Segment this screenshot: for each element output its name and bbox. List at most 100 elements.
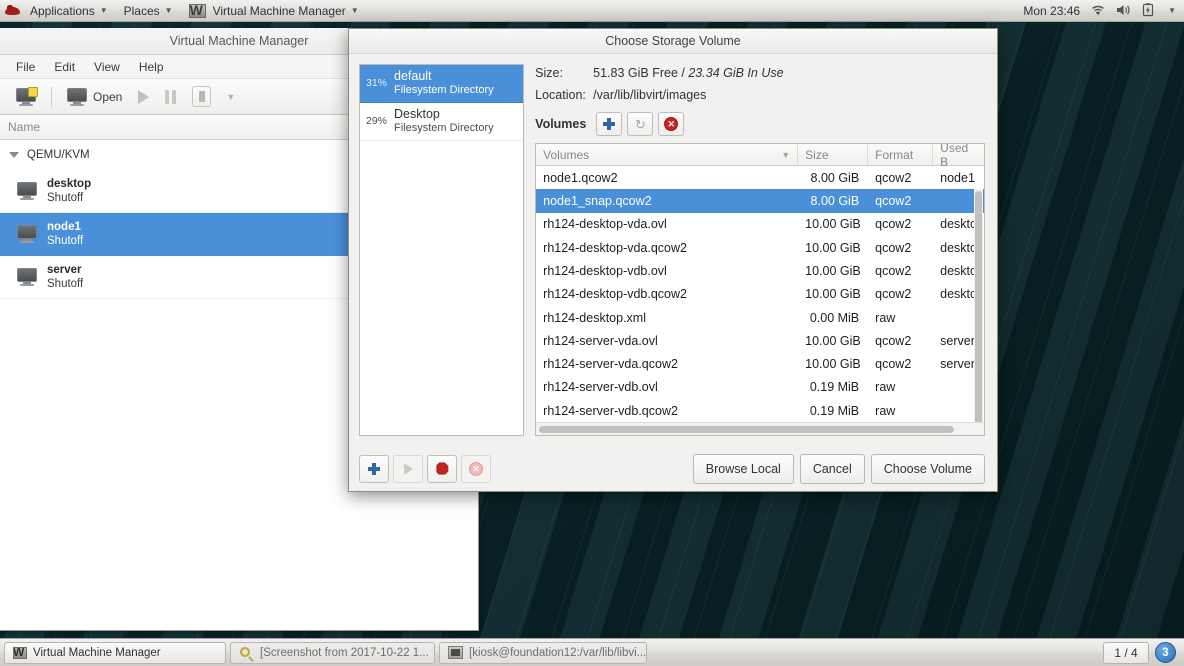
vm-state: Shutoff — [47, 235, 84, 247]
battery-icon[interactable] — [1142, 3, 1158, 18]
dialog-body: 31% default Filesystem Directory 29% Des… — [349, 54, 997, 446]
create-new-vm-button[interactable] — [8, 82, 44, 112]
volume-name: node1_snap.qcow2 — [543, 194, 652, 209]
volume-format: qcow2 — [875, 194, 912, 209]
volume-size: 0.19 MiB — [809, 403, 860, 418]
clock[interactable]: Mon 23:46 — [1023, 4, 1080, 18]
column-header-size[interactable]: Size — [798, 144, 869, 166]
pool-type: Filesystem Directory — [394, 84, 494, 97]
volume-name: node1.qcow2 — [543, 170, 618, 185]
volume-icon[interactable] — [1116, 3, 1132, 18]
table-row[interactable]: rh124-desktop-vdb.qcow2 10.00 GiB qcow2 … — [536, 283, 984, 306]
menu-edit[interactable]: Edit — [46, 57, 83, 77]
volume-format: qcow2 — [875, 217, 912, 232]
menu-view[interactable]: View — [86, 57, 128, 77]
volume-name: rh124-server-vda.ovl — [543, 333, 658, 348]
menu-file[interactable]: File — [8, 57, 43, 77]
add-pool-button[interactable] — [359, 454, 389, 483]
virtual-machine-manager-icon — [13, 646, 27, 659]
volume-size: 10.00 GiB — [805, 217, 861, 232]
volume-size: 10.00 GiB — [805, 263, 861, 278]
storage-pool-item-desktop[interactable]: 29% Desktop Filesystem Directory — [360, 103, 524, 142]
delete-pool-button: ✕ — [461, 454, 491, 483]
wifi-icon[interactable] — [1090, 3, 1106, 18]
volume-format: raw — [875, 403, 896, 418]
volume-format: qcow2 — [875, 240, 912, 255]
volume-format: qcow2 — [875, 263, 912, 278]
pool-type: Filesystem Directory — [394, 122, 494, 135]
monitor-icon — [16, 225, 38, 243]
volume-name: rh124-desktop-vda.ovl — [543, 217, 667, 232]
volume-format: raw — [875, 310, 896, 325]
pause-vm-button — [158, 82, 183, 112]
active-application-menu[interactable]: Virtual Machine Manager ▼ — [181, 0, 367, 22]
taskbar-item-label: Virtual Machine Manager — [33, 646, 161, 659]
table-row[interactable]: rh124-server-vda.qcow2 10.00 GiB qcow2 s… — [536, 353, 984, 376]
stop-pool-button[interactable] — [427, 454, 457, 483]
taskbar-right-area: 1 / 4 3 — [1103, 641, 1180, 664]
table-row[interactable]: rh124-server-vdb.qcow2 0.19 MiB raw — [536, 399, 984, 422]
start-pool-button — [393, 454, 423, 483]
table-row[interactable]: node1.qcow2 8.00 GiB qcow2 node1 — [536, 166, 984, 189]
scrollbar-thumb[interactable] — [975, 191, 982, 423]
volume-name: rh124-server-vda.qcow2 — [543, 357, 678, 372]
table-row[interactable]: rh124-server-vdb.ovl 0.19 MiB raw — [536, 376, 984, 399]
storage-pool-detail: Size: 51.83 GiB Free / 23.34 GiB In Use … — [535, 64, 985, 446]
size-label: Size: — [535, 66, 563, 81]
column-header-format[interactable]: Format — [868, 144, 934, 166]
toolbar-separator — [51, 86, 52, 107]
table-row[interactable]: rh124-desktop.xml 0.00 MiB raw — [536, 306, 984, 329]
chevron-down-icon[interactable]: ▼ — [226, 92, 235, 102]
plus-icon — [603, 118, 616, 131]
size-inuse-value: 23.34 GiB In Use — [688, 66, 784, 81]
volume-size: 10.00 GiB — [805, 287, 861, 302]
browse-local-button[interactable]: Browse Local — [692, 453, 794, 484]
chevron-down-icon[interactable]: ▼ — [1168, 6, 1176, 15]
dialog-action-buttons: Browse Local Cancel Choose Volume — [692, 453, 985, 484]
volume-size: 0.19 MiB — [809, 380, 860, 395]
add-volume-button[interactable] — [596, 112, 623, 137]
vm-name: server — [47, 263, 82, 276]
scrollbar-thumb[interactable] — [539, 426, 955, 434]
vm-state: Shutoff — [47, 192, 84, 204]
applications-menu[interactable]: Applications ▼ — [22, 0, 116, 22]
places-menu[interactable]: Places ▼ — [116, 0, 181, 22]
top-panel: Applications ▼ Places ▼ Virtual Machine … — [0, 0, 1184, 22]
applications-menu-label: Applications — [30, 3, 95, 18]
pool-location-row: Location: /var/lib/libvirt/images — [535, 88, 985, 102]
pause-icon — [165, 89, 177, 104]
cancel-button[interactable]: Cancel — [799, 453, 865, 484]
table-row[interactable]: rh124-desktop-vdb.ovl 10.00 GiB qcow2 de… — [536, 259, 984, 282]
workspace-pager[interactable]: 1 / 4 — [1103, 641, 1149, 664]
column-header-used-by[interactable]: Used B — [933, 144, 984, 168]
menu-help[interactable]: Help — [131, 57, 172, 77]
table-row[interactable]: rh124-desktop-vda.qcow2 10.00 GiB qcow2 … — [536, 236, 984, 259]
plus-icon — [368, 462, 380, 475]
shutdown-vm-button[interactable] — [185, 82, 218, 112]
table-row[interactable]: node1_snap.qcow2 8.00 GiB qcow2 — [536, 189, 984, 213]
delete-volume-button[interactable]: ✕ — [658, 112, 685, 137]
open-button-label: Open — [93, 89, 123, 104]
column-header-volumes[interactable]: Volumes ▼ — [536, 144, 799, 166]
volumes-table: Volumes ▼ Size Format Used B node1.qcow2… — [535, 143, 985, 437]
dialog-footer: ✕ Browse Local Cancel Choose Volume — [349, 446, 997, 491]
taskbar-item-vmm[interactable]: Virtual Machine Manager — [4, 641, 226, 664]
refresh-volumes-button[interactable]: ↻ — [627, 112, 654, 137]
volume-name: rh124-desktop.xml — [543, 310, 646, 325]
chevron-down-icon: ▼ — [350, 6, 359, 15]
panel-status-area: Mon 23:46 ▼ — [1023, 3, 1184, 18]
vm-name: node1 — [47, 220, 81, 233]
volumes-vertical-scrollbar[interactable] — [974, 189, 983, 423]
volume-size: 0.00 MiB — [809, 310, 860, 325]
taskbar-item-terminal[interactable]: [kiosk@foundation12:/var/lib/libvi... — [439, 641, 647, 664]
open-vm-button[interactable]: Open — [59, 82, 129, 112]
table-row[interactable]: rh124-desktop-vda.ovl 10.00 GiB qcow2 de… — [536, 213, 984, 236]
storage-pool-item-default[interactable]: 31% default Filesystem Directory — [360, 65, 524, 104]
delete-icon: ✕ — [664, 117, 679, 132]
choose-volume-button[interactable]: Choose Volume — [870, 453, 985, 484]
notification-badge[interactable]: 3 — [1155, 642, 1176, 663]
monitor-icon — [16, 268, 38, 286]
taskbar-item-screenshot[interactable]: [Screenshot from 2017-10-22 1... — [230, 641, 435, 664]
volumes-horizontal-scrollbar[interactable] — [536, 422, 984, 436]
table-row[interactable]: rh124-server-vda.ovl 10.00 GiB qcow2 ser… — [536, 329, 984, 352]
